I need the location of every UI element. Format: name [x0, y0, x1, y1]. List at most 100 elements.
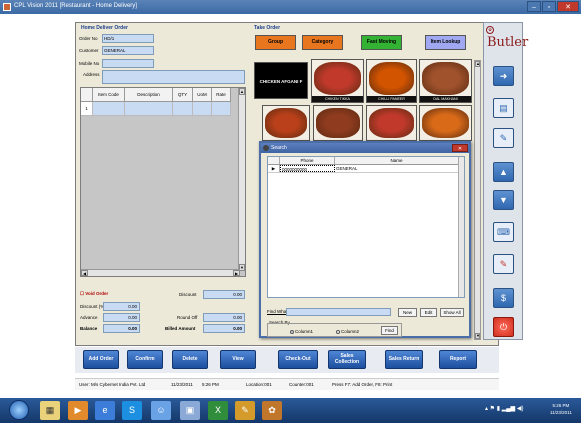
menu-tile-6[interactable] — [313, 105, 363, 141]
skype-icon[interactable]: S — [122, 401, 142, 420]
menu-vscroll[interactable]: ▲ ▼ — [474, 60, 481, 340]
help-icon[interactable]: $ — [493, 288, 514, 308]
column1-radio[interactable]: Column1 — [290, 329, 313, 334]
items-grid-vscroll[interactable]: ▲ ▼ — [238, 88, 245, 271]
cell-phone[interactable]: 0000000000 — [280, 165, 335, 172]
discount-value-field[interactable]: 0.00 — [203, 290, 245, 299]
col-qty[interactable]: QTY — [173, 88, 193, 102]
row-pointer-icon: ▶ — [268, 165, 280, 172]
app-window-icon[interactable]: ▣ — [180, 401, 200, 420]
column2-radio[interactable]: Column2 — [336, 329, 359, 334]
add-order-button[interactable]: Add Order — [83, 350, 119, 369]
scroll-up-icon[interactable]: ▲ — [239, 88, 245, 95]
customer-card-icon[interactable]: ▤ — [493, 98, 514, 118]
forward-arrow-icon[interactable]: ➜ — [493, 66, 514, 86]
items-grid-hscroll[interactable]: ◀ ▶ — [81, 269, 240, 276]
col-phone[interactable]: Phone — [280, 157, 335, 164]
explorer-icon[interactable]: ▦ — [40, 401, 60, 420]
menu-tile-chiken-tikka[interactable]: CHIKEN TIKKA — [311, 59, 364, 103]
search-results-grid: Phone Name ▶ 0000000000 GENERAL — [267, 156, 465, 298]
find-button[interactable]: Find — [381, 326, 398, 335]
customer-field[interactable]: GENERAL — [102, 46, 154, 55]
order-no-field[interactable]: HD/1 — [102, 34, 154, 43]
confirm-button[interactable]: Confirm — [127, 350, 163, 369]
billed-amount-label: Billed Amount — [165, 326, 196, 331]
cell-description[interactable] — [125, 102, 173, 116]
search-results-vscroll[interactable] — [458, 157, 464, 297]
item-lookup-button[interactable]: Item Lookup — [425, 35, 466, 50]
menu-tile-dal-makhani[interactable]: DAL MAKHANI — [419, 59, 472, 103]
report-button[interactable]: Report — [439, 350, 477, 369]
discount-label: Discount — [179, 292, 197, 297]
clear-icon[interactable]: ✎ — [493, 254, 514, 274]
food-image — [369, 62, 414, 95]
round-off-field[interactable]: 0.00 — [203, 313, 245, 322]
category-button[interactable]: Category — [302, 35, 343, 50]
menu-tile-5[interactable] — [262, 105, 310, 141]
taskbar-clock[interactable]: 5:26 PM 11/23/2011 — [550, 402, 572, 416]
show-all-button[interactable]: Show All — [440, 308, 464, 317]
move-down-icon[interactable]: ▼ — [493, 190, 514, 210]
document-edit-icon[interactable]: ✎ — [493, 128, 514, 148]
paint-icon[interactable]: ✎ — [235, 401, 255, 420]
discount-pct-field[interactable]: 0.00 — [103, 302, 140, 311]
food-image — [314, 62, 361, 95]
col-description[interactable]: Description — [125, 88, 173, 102]
edit-button[interactable]: Edit — [420, 308, 437, 317]
delete-button[interactable]: Delete — [172, 350, 208, 369]
view-button[interactable]: View — [220, 350, 256, 369]
table-row[interactable]: ▶ 0000000000 GENERAL — [268, 165, 464, 173]
col-rownum — [81, 88, 93, 102]
minimize-button[interactable]: – — [527, 1, 541, 12]
col-rate[interactable]: Rate — [212, 88, 231, 102]
group-button[interactable]: Group — [255, 35, 296, 50]
butler-emblem-icon: ✿ — [486, 26, 494, 34]
col-name[interactable]: Name — [335, 157, 459, 164]
internet-explorer-icon[interactable]: e — [95, 401, 115, 420]
new-button[interactable]: New — [398, 308, 417, 317]
media-player-icon[interactable]: ▶ — [68, 401, 88, 420]
scroll-right-icon[interactable]: ▶ — [233, 270, 240, 276]
start-button[interactable] — [9, 400, 29, 420]
check-out-button[interactable]: Check-Out — [278, 350, 318, 369]
menu-tile-chicken-afgani[interactable]: CHICKEN AFGANI F — [254, 62, 308, 99]
messenger-icon[interactable]: ☺ — [151, 401, 171, 420]
cell-rate[interactable] — [212, 102, 231, 116]
take-order-title: Take Order — [254, 25, 281, 31]
sales-collection-button[interactable]: Sales Collection — [328, 350, 366, 369]
sales-return-button[interactable]: Sales Return — [385, 350, 423, 369]
col-uom[interactable]: UoM — [193, 88, 212, 102]
butler-app-icon[interactable]: ✿ — [262, 401, 282, 420]
close-button[interactable]: ✕ — [557, 1, 579, 12]
keyboard-icon[interactable]: ⌨ — [493, 222, 514, 242]
find-what-input[interactable] — [286, 308, 391, 316]
cell-name[interactable]: GENERAL — [335, 165, 459, 172]
round-off-label: Round Off — [177, 315, 198, 320]
maximize-button[interactable]: ▫ — [542, 1, 556, 12]
excel-icon[interactable]: X — [208, 401, 228, 420]
menu-tile-chilli-paneer[interactable]: CHILLI PANEER — [366, 59, 417, 103]
address-field[interactable] — [102, 70, 245, 84]
close-icon[interactable]: ✕ — [452, 144, 468, 152]
mobile-label: Mobile No — [79, 61, 100, 66]
scroll-left-icon[interactable]: ◀ — [81, 270, 88, 276]
menu-tile-8[interactable] — [419, 105, 472, 141]
menu-tile-7[interactable] — [366, 105, 417, 141]
cell-uom[interactable] — [193, 102, 212, 116]
scroll-down-icon[interactable]: ▼ — [475, 333, 480, 339]
fast-moving-button[interactable]: Fast Moving — [361, 35, 402, 50]
search-dialog: Search ✕ Phone Name ▶ 0000000000 GENERAL… — [259, 141, 471, 338]
col-item-code[interactable]: Item Code — [93, 88, 125, 102]
void-order-checkbox[interactable]: ☐ Void Order — [80, 291, 108, 297]
status-date: 11/23/2011 — [171, 382, 193, 387]
table-row[interactable]: 1 — [81, 102, 231, 116]
binoculars-icon — [263, 145, 269, 151]
cell-item-code[interactable] — [93, 102, 125, 116]
cell-qty[interactable] — [173, 102, 193, 116]
scroll-up-icon[interactable]: ▲ — [475, 61, 480, 67]
items-grid: Item Code Description QTY UoM Rate 1 ▲ ▼… — [80, 87, 246, 277]
move-up-icon[interactable]: ▲ — [493, 162, 514, 182]
mobile-field[interactable] — [102, 59, 154, 68]
advance-field[interactable]: 0.00 — [103, 313, 140, 322]
power-icon[interactable]: ⏻ — [493, 317, 514, 337]
